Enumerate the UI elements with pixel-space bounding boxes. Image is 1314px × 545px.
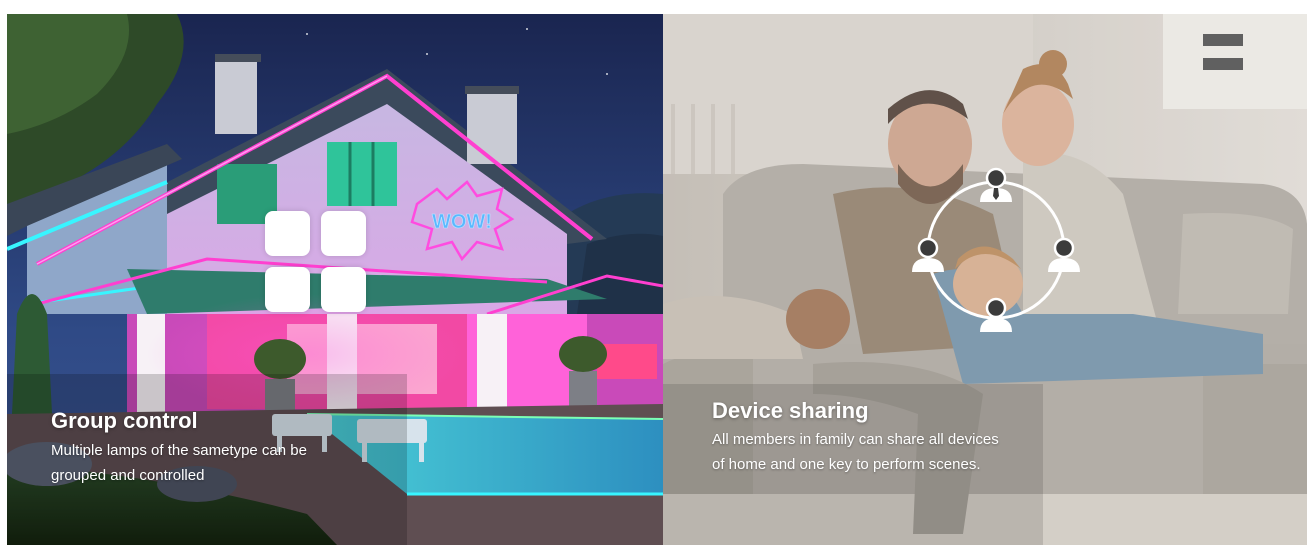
device-sharing-title: Device sharing [712, 398, 869, 423]
group-control-panel: WOW! Group control Multiple lamps of the… [7, 14, 663, 545]
device-sharing-description: All members in family can share all devi… [712, 431, 999, 473]
device-sharing-panel: Device sharing All members in family can… [663, 14, 1307, 545]
group-control-title: Group control [51, 408, 198, 433]
user-share-circle-icon [912, 167, 1080, 332]
feature-banner: WOW! Group control Multiple lamps of the… [7, 14, 1307, 545]
group-control-description: Multiple lamps of the sametype can be gr… [51, 442, 307, 484]
grid-icon [265, 211, 366, 312]
svg-text:WOW!: WOW! [432, 211, 492, 233]
